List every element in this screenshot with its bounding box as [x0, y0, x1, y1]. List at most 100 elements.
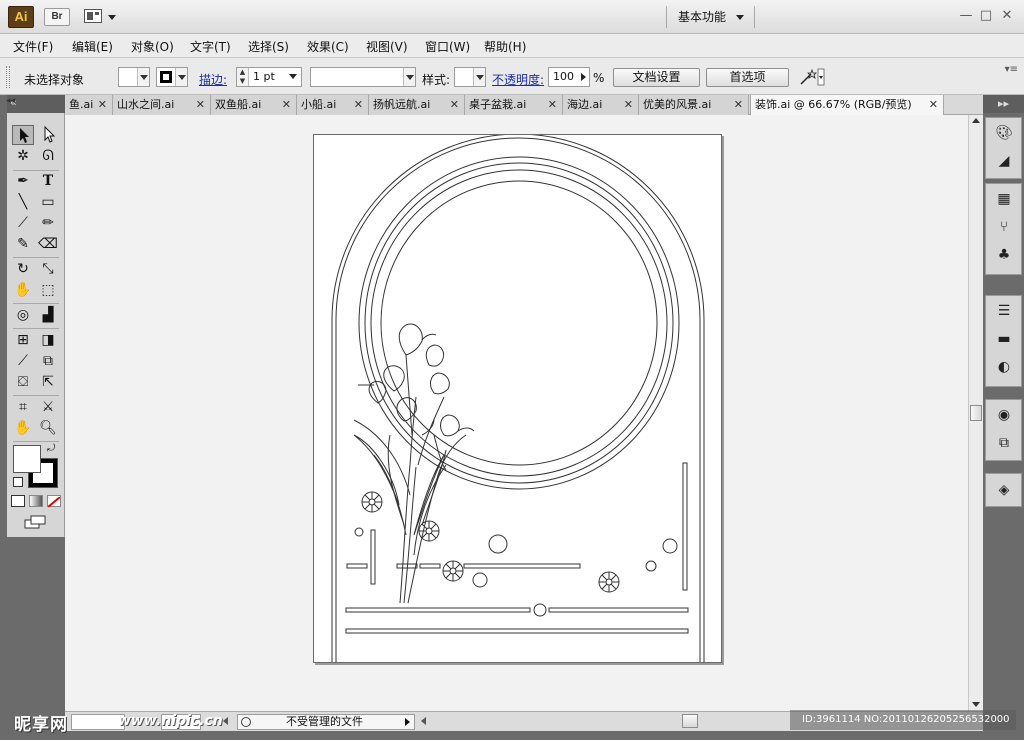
stroke-label[interactable]: 描边: [199, 71, 227, 88]
expand-panels-button[interactable]: ▸▸ [983, 95, 1024, 113]
close-icon[interactable]: ✕ [282, 95, 291, 114]
artboard-tool-icon[interactable]: ⌗ [12, 397, 34, 417]
zoom-tool-icon[interactable]: 🔍︎ [37, 418, 59, 438]
isolate-mode-button[interactable] [797, 68, 825, 87]
appearance-icon[interactable]: ◉ [994, 406, 1014, 424]
live-paint-bucket-icon[interactable]: ⛋ [12, 372, 34, 392]
scroll-left-icon[interactable] [421, 717, 426, 725]
arrange-documents-button[interactable] [84, 8, 118, 26]
graphic-styles-icon[interactable]: ⧉ [994, 434, 1014, 452]
eyedropper-tool-icon[interactable]: ⟋ [12, 351, 34, 371]
collapse-panel-icon[interactable]: ◂◂ [6, 96, 15, 106]
maximize-button[interactable]: □ [978, 9, 994, 23]
close-icon[interactable]: ✕ [450, 95, 459, 114]
close-icon[interactable]: ✕ [196, 95, 205, 114]
artboard[interactable] [313, 134, 722, 663]
status-dropdown[interactable]: 不受管理的文件 [237, 714, 415, 730]
vertical-scrollbar[interactable] [968, 115, 983, 711]
bridge-button[interactable]: Br [44, 8, 70, 26]
close-window-button[interactable]: ✕ [999, 9, 1015, 23]
blob-brush-tool-icon[interactable]: ✎ [12, 234, 34, 254]
pencil-tool-icon[interactable]: ✏ [37, 213, 59, 233]
tab-document[interactable]: 山水之间.ai ✕ [113, 95, 211, 115]
layers-icon[interactable]: ◈ [994, 481, 1014, 499]
horizontal-scroll-thumb[interactable] [682, 714, 698, 728]
menu-object[interactable]: 对象(O) [131, 38, 174, 55]
none-mode-button[interactable] [47, 495, 61, 508]
symbol-sprayer-tool-icon[interactable]: ◎ [12, 305, 34, 325]
transparency-icon[interactable]: ◐ [994, 358, 1014, 376]
swatches-icon[interactable]: ▦ [994, 190, 1014, 208]
column-graph-tool-icon[interactable]: ▟ [37, 305, 59, 325]
gradient-mode-button[interactable] [29, 495, 43, 507]
zoom-field[interactable] [71, 714, 125, 730]
panel-menu-icon[interactable]: ▾≡ [1005, 64, 1018, 75]
tab-active-document[interactable]: 装饰.ai @ 66.67% (RGB/预览) ✕ [750, 95, 944, 115]
close-icon[interactable]: ✕ [624, 95, 633, 114]
close-icon[interactable]: ✕ [354, 95, 363, 114]
menu-type[interactable]: 文字(T) [190, 38, 231, 55]
scroll-thumb[interactable] [970, 405, 982, 421]
document-setup-button[interactable]: 文档设置 [613, 68, 700, 87]
lasso-tool-icon[interactable]: ᘏ [37, 146, 59, 166]
selection-tool-icon[interactable] [12, 125, 34, 145]
tab-document[interactable]: 桌子盆栽.ai ✕ [465, 95, 563, 115]
menu-window[interactable]: 窗口(W) [425, 38, 470, 55]
scroll-up-icon[interactable] [972, 118, 980, 123]
default-colors-icon[interactable] [13, 477, 23, 487]
color-icon[interactable]: ◢ [994, 152, 1014, 170]
color-guide-icon[interactable]: 🎨︎ [994, 124, 1014, 142]
minimize-button[interactable]: — [958, 9, 974, 23]
graphic-style-dropdown[interactable] [454, 67, 486, 87]
tab-document[interactable]: 小船.ai ✕ [297, 95, 369, 115]
workspace-switcher[interactable]: 基本功能 [672, 8, 750, 26]
fill-swatch[interactable] [13, 445, 41, 473]
gradient-icon[interactable]: ▬ [994, 330, 1014, 348]
scroll-down-icon[interactable] [972, 702, 980, 707]
gradient-tool-icon[interactable]: ◨ [37, 330, 59, 350]
tab-document[interactable]: 优美的风景.ai ✕ [639, 95, 749, 115]
line-tool-icon[interactable]: ╲ [12, 192, 34, 212]
menu-edit[interactable]: 编辑(E) [72, 38, 113, 55]
paintbrush-tool-icon[interactable]: ⟋ [12, 213, 34, 233]
opacity-label[interactable]: 不透明度: [492, 71, 544, 88]
close-icon[interactable]: ✕ [98, 95, 107, 114]
stepper-icon[interactable]: ▲ ▼ [237, 68, 249, 86]
tab-document[interactable]: 双鱼船.ai ✕ [211, 95, 297, 115]
tab-document[interactable]: 扬帆远航.ai ✕ [369, 95, 465, 115]
fill-color-dropdown[interactable] [118, 67, 150, 87]
screen-mode-button[interactable] [23, 515, 47, 529]
tab-document[interactable]: 鱼.ai ✕ [65, 95, 113, 115]
rotate-tool-icon[interactable]: ↻ [12, 259, 34, 279]
swap-colors-icon[interactable]: ⤾ [47, 443, 55, 454]
pen-tool-icon[interactable]: ✒ [12, 171, 34, 191]
slice-tool-icon[interactable]: ⚔ [37, 397, 59, 417]
menu-help[interactable]: 帮助(H) [484, 38, 526, 55]
symbols-icon[interactable]: ♣ [994, 246, 1014, 264]
close-icon[interactable]: ✕ [734, 95, 743, 114]
rectangle-tool-icon[interactable]: ▭ [37, 192, 59, 212]
canvas-area[interactable] [65, 115, 968, 711]
opacity-field[interactable]: 100 [548, 67, 590, 87]
close-icon[interactable]: ✕ [548, 95, 557, 114]
menu-select[interactable]: 选择(S) [248, 38, 289, 55]
variable-width-profile-dropdown[interactable] [310, 67, 416, 87]
blend-tool-icon[interactable]: ⧉ [37, 351, 59, 371]
preferences-button[interactable]: 首选项 [706, 68, 789, 87]
live-paint-selection-icon[interactable]: ⇱ [37, 372, 59, 392]
color-mode-button[interactable] [11, 495, 25, 507]
type-tool-icon[interactable]: T [37, 171, 59, 191]
warp-tool-icon[interactable]: ✋ [12, 280, 34, 300]
brushes-icon[interactable]: ⑂ [994, 218, 1014, 236]
free-transform-tool-icon[interactable]: ⬚ [37, 280, 59, 300]
menu-view[interactable]: 视图(V) [366, 38, 408, 55]
next-artboard-icon[interactable] [223, 717, 228, 725]
chevron-right-icon[interactable] [581, 73, 586, 81]
mesh-tool-icon[interactable]: ⊞ [12, 330, 34, 350]
eraser-tool-icon[interactable]: ⌫ [37, 234, 59, 254]
menu-file[interactable]: 文件(F) [13, 38, 53, 55]
menu-effect[interactable]: 效果(C) [307, 38, 349, 55]
stroke-icon[interactable]: ☰ [994, 302, 1014, 320]
hand-tool-icon[interactable]: ✋ [12, 418, 34, 438]
panel-grip[interactable] [6, 66, 10, 88]
